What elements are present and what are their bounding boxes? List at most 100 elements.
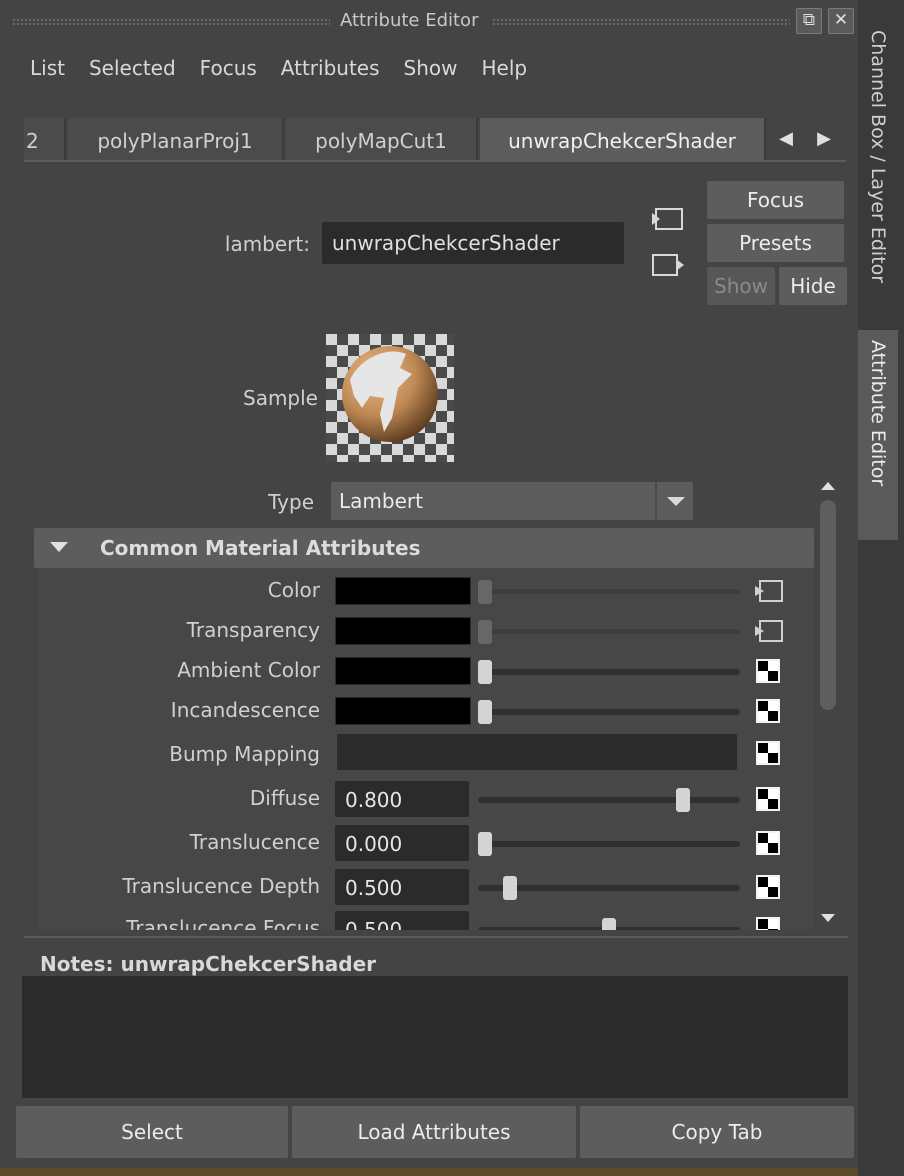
- checker-map-icon[interactable]: [756, 741, 780, 765]
- focus-button[interactable]: Focus: [707, 181, 844, 219]
- output-connections-icon[interactable]: [650, 250, 686, 280]
- menu-show[interactable]: Show: [392, 52, 470, 88]
- menu-attributes[interactable]: Attributes: [269, 52, 392, 88]
- notes-textarea[interactable]: [22, 976, 848, 1098]
- value-slider[interactable]: [478, 589, 740, 594]
- slider-handle[interactable]: [478, 620, 492, 644]
- dock-tab-attribute-editor[interactable]: Attribute Editor: [858, 330, 898, 540]
- value-slider[interactable]: [478, 669, 740, 675]
- menu-list[interactable]: List: [18, 52, 77, 88]
- scroll-thumb[interactable]: [820, 500, 836, 710]
- slider-handle[interactable]: [478, 832, 492, 856]
- attr-row-translucence: Translucence 0.000: [38, 822, 814, 862]
- tab-scroll-left-icon[interactable]: ◀: [776, 128, 796, 152]
- drag-grip-left[interactable]: [12, 18, 330, 26]
- attr-row-diffuse: Diffuse 0.800: [38, 778, 814, 818]
- color-swatch[interactable]: [335, 697, 471, 725]
- attr-row-transparency: Transparency: [38, 610, 814, 650]
- tab-polymapcut1[interactable]: polyMapCut1: [286, 118, 478, 160]
- checker-map-icon[interactable]: [756, 831, 780, 855]
- tab-unwrapchekcershader[interactable]: unwrapChekcerShader: [480, 118, 766, 160]
- right-dock: Channel Box / Layer Editor Attribute Edi…: [858, 0, 904, 1176]
- value-slider[interactable]: [478, 709, 740, 715]
- type-label: Type: [268, 490, 314, 514]
- checker-map-icon[interactable]: [756, 875, 780, 899]
- checker-map-icon[interactable]: [756, 917, 780, 930]
- window-title: Attribute Editor: [340, 10, 479, 31]
- type-dropdown[interactable]: Lambert: [331, 482, 693, 520]
- checker-map-icon[interactable]: [756, 659, 780, 683]
- node-type-label: lambert:: [224, 232, 310, 256]
- menu-focus[interactable]: Focus: [188, 52, 269, 88]
- value-slider[interactable]: [478, 797, 740, 803]
- notes-divider[interactable]: [24, 936, 848, 938]
- scroll-down-icon[interactable]: [818, 908, 838, 928]
- select-button[interactable]: Select: [16, 1106, 288, 1158]
- attr-label: Ambient Color: [177, 658, 320, 682]
- attr-label: Translucence Depth: [122, 874, 320, 898]
- dock-tab-channel-box[interactable]: Channel Box / Layer Editor: [858, 20, 898, 320]
- slider-handle[interactable]: [502, 876, 517, 900]
- slider-handle[interactable]: [478, 700, 492, 724]
- diffuse-value-field[interactable]: 0.800: [335, 781, 469, 817]
- input-connections-icon[interactable]: [650, 204, 686, 234]
- color-swatch[interactable]: [335, 657, 471, 685]
- input-connection-icon[interactable]: [754, 618, 784, 644]
- input-connection-icon[interactable]: [754, 578, 784, 604]
- tab-partial[interactable]: 2: [24, 118, 66, 160]
- bump-map-field[interactable]: [337, 734, 737, 770]
- type-value: Lambert: [339, 489, 423, 513]
- shader-sphere-preview: [342, 346, 438, 442]
- attr-label: Incandescence: [170, 698, 320, 722]
- close-icon[interactable]: ✕: [828, 8, 854, 34]
- attributes-list: Color Transparency Ambient Color Incande…: [38, 568, 814, 930]
- attr-row-translucence-depth: Translucence Depth 0.500: [38, 866, 814, 906]
- section-title: Common Material Attributes: [100, 536, 421, 560]
- attr-label: Bump Mapping: [169, 742, 320, 766]
- load-attributes-button[interactable]: Load Attributes: [292, 1106, 576, 1158]
- value-slider[interactable]: [478, 885, 740, 891]
- notes-label: Notes: unwrapChekcerShader: [40, 952, 377, 976]
- slider-handle[interactable]: [478, 660, 492, 684]
- scroll-up-icon[interactable]: [818, 476, 838, 496]
- tab-scroll-right-icon[interactable]: ▶: [814, 128, 834, 152]
- presets-button[interactable]: Presets: [707, 224, 844, 262]
- sample-label: Sample: [243, 386, 318, 410]
- copy-tab-button[interactable]: Copy Tab: [580, 1106, 854, 1158]
- drag-grip-right[interactable]: [492, 18, 790, 26]
- title-bar[interactable]: Attribute Editor ⧉ ✕: [0, 0, 858, 44]
- slider-handle[interactable]: [478, 580, 492, 604]
- node-name-field[interactable]: [322, 222, 624, 264]
- bottom-edge: [0, 1168, 858, 1176]
- translucence-depth-value-field[interactable]: 0.500: [335, 869, 469, 905]
- menu-bar: List Selected Focus Attributes Show Help: [18, 52, 539, 88]
- slider-handle[interactable]: [676, 788, 691, 812]
- color-swatch[interactable]: [335, 577, 471, 605]
- checker-map-icon[interactable]: [756, 699, 780, 723]
- restore-icon[interactable]: ⧉: [796, 8, 822, 34]
- translucence-value-field[interactable]: 0.000: [335, 825, 469, 861]
- slider-handle[interactable]: [602, 918, 616, 930]
- menu-help[interactable]: Help: [470, 52, 540, 88]
- attr-label: Color: [267, 578, 320, 602]
- translucence-focus-value-field[interactable]: 0.500: [335, 911, 469, 930]
- node-tabs: 2 polyPlanarProj1 polyMapCut1 unwrapChek…: [24, 118, 846, 162]
- value-slider[interactable]: [478, 841, 740, 847]
- color-swatch[interactable]: [335, 617, 471, 645]
- attr-label: Translucence Focus: [126, 916, 320, 930]
- attributes-scrollbar[interactable]: [818, 476, 838, 928]
- show-button[interactable]: Show: [707, 267, 775, 305]
- tab-polyplanarproj1[interactable]: polyPlanarProj1: [68, 118, 284, 160]
- hide-button[interactable]: Hide: [779, 267, 847, 305]
- menu-selected[interactable]: Selected: [77, 52, 188, 88]
- value-slider[interactable]: [478, 629, 740, 634]
- attr-row-incandescence: Incandescence: [38, 690, 814, 730]
- collapse-triangle-icon[interactable]: [48, 538, 70, 556]
- attr-label: Diffuse: [249, 786, 320, 810]
- material-sample-swatch: [326, 334, 454, 462]
- attr-label: Transparency: [186, 618, 320, 642]
- chevron-down-icon[interactable]: [655, 482, 693, 520]
- attr-row-translucence-focus: Translucence Focus 0.500: [38, 908, 814, 930]
- section-header-common-material[interactable]: Common Material Attributes: [34, 528, 814, 568]
- checker-map-icon[interactable]: [756, 787, 780, 811]
